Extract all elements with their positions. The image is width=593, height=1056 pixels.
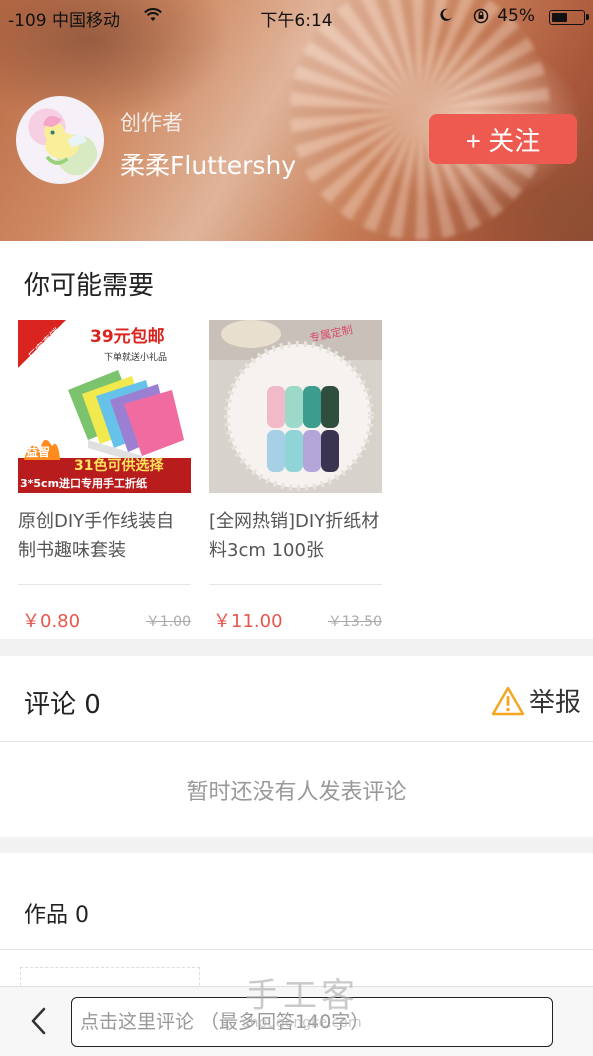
comment-input[interactable] (71, 997, 553, 1047)
divider (0, 741, 593, 742)
creator-name[interactable]: 柔柔Fluttershy (120, 146, 296, 182)
comments-section: 评论 0 举报 暂时还没有人发表评论 (0, 656, 593, 837)
product-image: 专属定制 (209, 320, 382, 493)
battery-level (552, 13, 568, 22)
image-sub-text: 下单就送小礼品 (104, 351, 167, 363)
warning-icon (491, 686, 525, 715)
battery-icon (549, 10, 589, 25)
avatar-image (19, 99, 101, 181)
author-header: -109 中国移动 下午6:14 45% 创作者 柔柔Fluttershy + … (0, 0, 593, 241)
product-old-price: ￥1.00 (145, 614, 191, 630)
report-label: 举报 (528, 688, 581, 718)
comments-title: 评论 0 (24, 690, 101, 720)
status-bar: -109 中国移动 下午6:14 45% (0, 0, 593, 34)
author-avatar[interactable] (16, 96, 104, 184)
product-name[interactable]: [全网热销]DIY折纸材料3cm 100张 (209, 507, 382, 565)
product-image: 厂家直销 39元包邮 下单就送小礼品 益智 31色可供选择 3*5cm进口专用手… (18, 320, 191, 493)
empty-comments-text: 暂时还没有人发表评论 (186, 780, 407, 805)
follow-button[interactable]: + 关注 (429, 114, 577, 164)
image-size-text: 3*5cm进口专用手工折纸 (20, 476, 147, 490)
comment-bar (0, 986, 593, 1056)
divider (0, 949, 593, 950)
report-button[interactable]: 举报 (491, 682, 581, 719)
battery-percent: 45% (497, 6, 535, 26)
product-card[interactable]: 专属定制 [全网热销]DIY折纸材料3cm 100张 ￥11.00 ￥13.50 (209, 320, 382, 635)
image-headline-text: 39元包邮 (90, 326, 165, 347)
product-old-price: ￥13.50 (327, 614, 382, 630)
chevron-left-icon[interactable] (28, 1005, 48, 1037)
moon-icon (440, 8, 452, 21)
product-price: ￥0.80 (22, 611, 81, 632)
orientation-lock-icon (473, 8, 489, 24)
section-title: 你可能需要 (24, 271, 155, 301)
price-row: ￥0.80 ￥1.00 (18, 585, 191, 635)
price-row: ￥11.00 ￥13.50 (209, 585, 382, 635)
creator-label: 创作者 (120, 111, 183, 135)
recommend-section: 你可能需要 厂家直销 39元包邮 下单就送小礼品 益智 31色可供选择 3*5c… (0, 241, 593, 639)
image-colors-text: 31色可供选择 (74, 457, 164, 474)
product-card[interactable]: 厂家直销 39元包邮 下单就送小礼品 益智 31色可供选择 3*5cm进口专用手… (18, 320, 191, 635)
product-name[interactable]: 原创DIY手作线装自制书趣味套装 (18, 507, 191, 565)
product-price: ￥11.00 (213, 611, 283, 632)
image-brand-text: 益智 (26, 444, 50, 459)
works-title: 作品 0 (24, 903, 89, 928)
